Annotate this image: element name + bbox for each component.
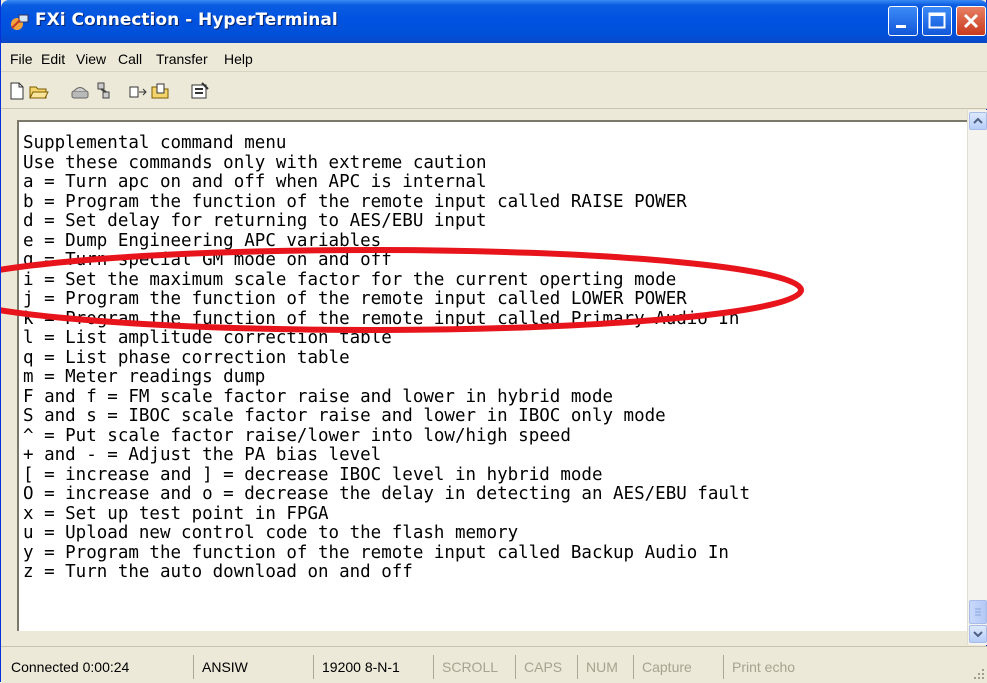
terminal-line: a = Turn apc on and off when APC is inte… xyxy=(23,172,487,192)
terminal-line: z = Turn the auto download on and off xyxy=(23,562,413,582)
call-icon[interactable] xyxy=(71,82,89,100)
menu-view[interactable]: View xyxy=(76,51,106,67)
title-bar[interactable]: FXi Connection - HyperTerminal xyxy=(1,0,987,43)
terminal-line: O = increase and o = decrease the delay … xyxy=(23,484,750,504)
terminal-line: g = Turn special GM mode on and off xyxy=(23,250,392,270)
terminal-line: Use these commands only with extreme cau… xyxy=(23,152,487,173)
menu-call[interactable]: Call xyxy=(118,51,142,67)
terminal-line: ^ = Put scale factor raise/lower into lo… xyxy=(23,425,571,446)
hyperterminal-app-icon xyxy=(11,14,29,30)
terminal-line: u = Upload new control code to the flash… xyxy=(23,523,519,543)
terminal-line: m = Meter readings dump xyxy=(23,367,266,387)
terminal-line: Supplemental command menu xyxy=(23,133,287,153)
scroll-down-button[interactable] xyxy=(969,625,987,643)
terminal-line: j = Program the function of the remote i… xyxy=(23,289,687,309)
terminal-output: Supplemental command menu Use these comma… xyxy=(23,133,913,583)
status-caps: CAPS xyxy=(515,655,577,679)
status-bar: Connected 0:00:24 ANSIW 19200 8-N-1 SCRO… xyxy=(1,646,987,683)
status-settings: 19200 8-N-1 xyxy=(313,655,433,679)
minimize-button[interactable] xyxy=(888,6,918,36)
chevron-down-icon xyxy=(973,631,983,638)
menu-edit[interactable]: Edit xyxy=(41,51,65,67)
vertical-scrollbar[interactable] xyxy=(967,110,987,645)
close-icon xyxy=(963,13,979,29)
chevron-up-icon xyxy=(973,117,983,124)
maximize-button[interactable] xyxy=(922,6,952,36)
scroll-up-button[interactable] xyxy=(969,112,987,130)
receive-icon[interactable] xyxy=(151,82,169,100)
terminal-line: i = Set the maximum scale factor for the… xyxy=(23,269,677,290)
window-title: FXi Connection - HyperTerminal xyxy=(35,10,338,30)
menu-file[interactable]: File xyxy=(10,51,33,67)
toolbar xyxy=(1,72,987,109)
close-button[interactable] xyxy=(956,6,986,36)
terminal-line: x = Set up test point in FPGA xyxy=(23,503,329,524)
terminal-line: + and - = Adjust the PA bias level xyxy=(23,445,382,465)
terminal-line: [ = increase and ] = decrease IBOC level… xyxy=(23,464,603,485)
terminal-line: y = Program the function of the remote i… xyxy=(23,542,729,563)
status-connected: Connected 0:00:24 xyxy=(11,659,130,675)
menu-help[interactable]: Help xyxy=(224,51,253,67)
terminal-line: e = Dump Engineering APC variables xyxy=(23,230,382,251)
status-num: NUM xyxy=(577,655,633,679)
status-scroll: SCROLL xyxy=(433,655,515,679)
hyperterminal-window: FXi Connection - HyperTerminal File Edit… xyxy=(0,0,987,683)
properties-icon[interactable] xyxy=(191,82,209,100)
terminal-line: b = Program the function of the remote i… xyxy=(23,191,687,212)
terminal-line: F and f = FM scale factor raise and lowe… xyxy=(23,386,614,407)
status-print-echo: Print echo xyxy=(723,655,963,679)
terminal-line: S and s = IBOC scale factor raise and lo… xyxy=(23,406,666,426)
status-capture: Capture xyxy=(633,655,723,679)
status-emulation: ANSIW xyxy=(193,655,313,679)
terminal-line: l = List amplitude correction table xyxy=(23,328,392,348)
disconnect-icon[interactable] xyxy=(95,82,113,100)
terminal-line: q = List phase correction table xyxy=(23,347,350,368)
send-icon[interactable] xyxy=(129,82,147,100)
menu-bar: File Edit View Call Transfer Help xyxy=(1,43,987,72)
grip-lines-icon xyxy=(975,608,981,616)
terminal-line: d = Set delay for returning to AES/EBU i… xyxy=(23,211,487,231)
new-connection-icon[interactable] xyxy=(9,82,25,100)
maximize-icon xyxy=(928,12,946,29)
menu-transfer[interactable]: Transfer xyxy=(156,51,208,67)
terminal-line: k = Program the function of the remote i… xyxy=(23,308,740,329)
open-icon[interactable] xyxy=(29,82,49,100)
resize-grip-icon[interactable] xyxy=(972,667,986,681)
scroll-thumb[interactable] xyxy=(969,600,987,624)
minimize-icon xyxy=(896,25,906,28)
